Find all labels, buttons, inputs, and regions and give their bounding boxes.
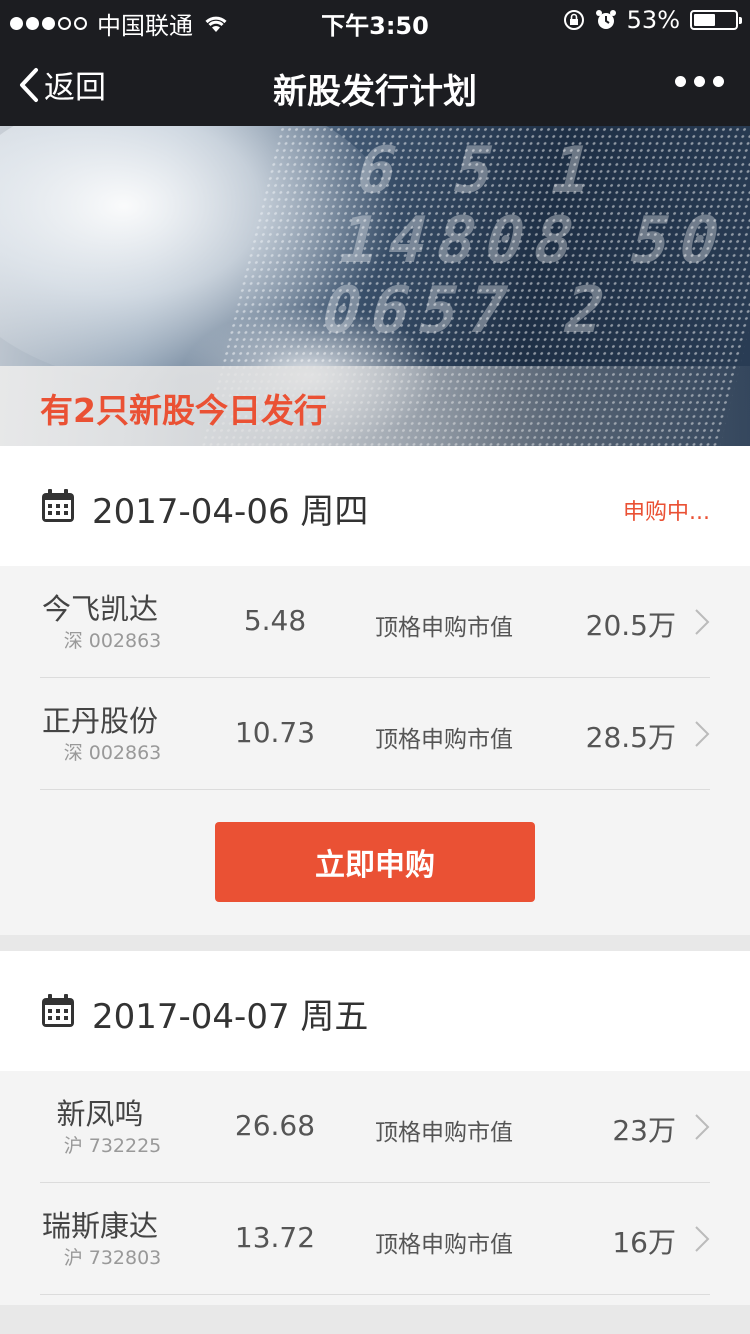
subscribe-now-button[interactable]: 立即申购 <box>215 822 535 902</box>
issue-price: 5.48 <box>243 604 307 637</box>
stock-row[interactable]: 正丹股份 深 002863 10.73 顶格申购市值 28.5万 <box>40 678 710 790</box>
chevron-right-icon <box>695 1114 710 1140</box>
subscription-value: 20.5万 <box>585 609 676 642</box>
battery-percent: 53% <box>626 6 680 34</box>
chevron-right-icon <box>695 721 710 747</box>
page-title: 新股发行计划 <box>273 72 477 112</box>
subscription-value: 23万 <box>612 1114 676 1147</box>
alarm-icon <box>595 10 616 29</box>
rotation-lock-icon <box>563 10 584 30</box>
more-options-icon[interactable] <box>675 76 724 87</box>
section-header: 2017-04-06 周四 申购中... <box>0 446 750 566</box>
stock-name: 新凤鸣 <box>56 1097 144 1131</box>
subscription-value: 16万 <box>612 1226 676 1259</box>
banner-image: 6 5 1 14808 50 0657 2 有2只新股今日发行 <box>0 126 750 446</box>
banner-headline: 有2只新股今日发行 <box>40 391 327 430</box>
stock-name: 今飞凯达 <box>41 592 158 626</box>
subscription-value: 28.5万 <box>585 721 676 754</box>
subscription-label: 顶格申购市值 <box>375 615 513 641</box>
calendar-icon <box>42 994 74 1027</box>
stock-name: 瑞斯康达 <box>41 1209 158 1243</box>
subscription-label: 顶格申购市值 <box>375 1232 513 1258</box>
issue-price: 10.73 <box>234 716 316 749</box>
navigation-bar: 返回 新股发行计划 <box>0 40 750 126</box>
subscription-label: 顶格申购市值 <box>375 727 513 753</box>
stock-list: 今飞凯达 深 002863 5.48 顶格申购市值 20.5万 正丹股份 深 0… <box>0 566 750 935</box>
calendar-icon <box>42 489 74 522</box>
section-header: 2017-04-07 周五 <box>0 951 750 1071</box>
subscription-label: 顶格申购市值 <box>375 1120 513 1146</box>
stock-list: 新凤鸣 沪 732225 26.68 顶格申购市值 23万 瑞斯康达 沪 732… <box>0 1071 750 1305</box>
stock-row[interactable]: 今飞凯达 深 002863 5.48 顶格申购市值 20.5万 <box>40 566 710 678</box>
button-area: 立即申购 <box>0 790 750 935</box>
chevron-right-icon <box>695 1226 710 1252</box>
stock-code: 深 002863 <box>63 630 162 652</box>
ipo-day-section: 2017-04-07 周五 新凤鸣 沪 732225 26.68 顶格申购市值 … <box>0 951 750 1305</box>
stock-row[interactable]: 瑞斯康达 沪 732803 13.72 顶格申购市值 16万 <box>40 1183 710 1295</box>
stock-code: 沪 732225 <box>63 1135 162 1157</box>
issue-price: 26.68 <box>234 1109 316 1142</box>
status-bar: 中国联通 下午3:50 53% <box>0 0 750 40</box>
stock-row[interactable]: 新凤鸣 沪 732225 26.68 顶格申购市值 23万 <box>40 1071 710 1183</box>
section-date: 2017-04-07 周五 <box>92 997 369 1037</box>
chevron-right-icon <box>695 609 710 635</box>
battery-icon <box>690 10 742 30</box>
issue-price: 13.72 <box>234 1221 316 1254</box>
stock-code: 沪 732803 <box>63 1247 162 1269</box>
stock-name: 正丹股份 <box>41 704 158 738</box>
stock-code: 深 002863 <box>63 742 162 764</box>
section-date: 2017-04-06 周四 <box>92 492 369 532</box>
ipo-day-section: 2017-04-06 周四 申购中... 今飞凯达 深 002863 5.48 … <box>0 446 750 935</box>
subscription-status: 申购中... <box>623 500 710 525</box>
